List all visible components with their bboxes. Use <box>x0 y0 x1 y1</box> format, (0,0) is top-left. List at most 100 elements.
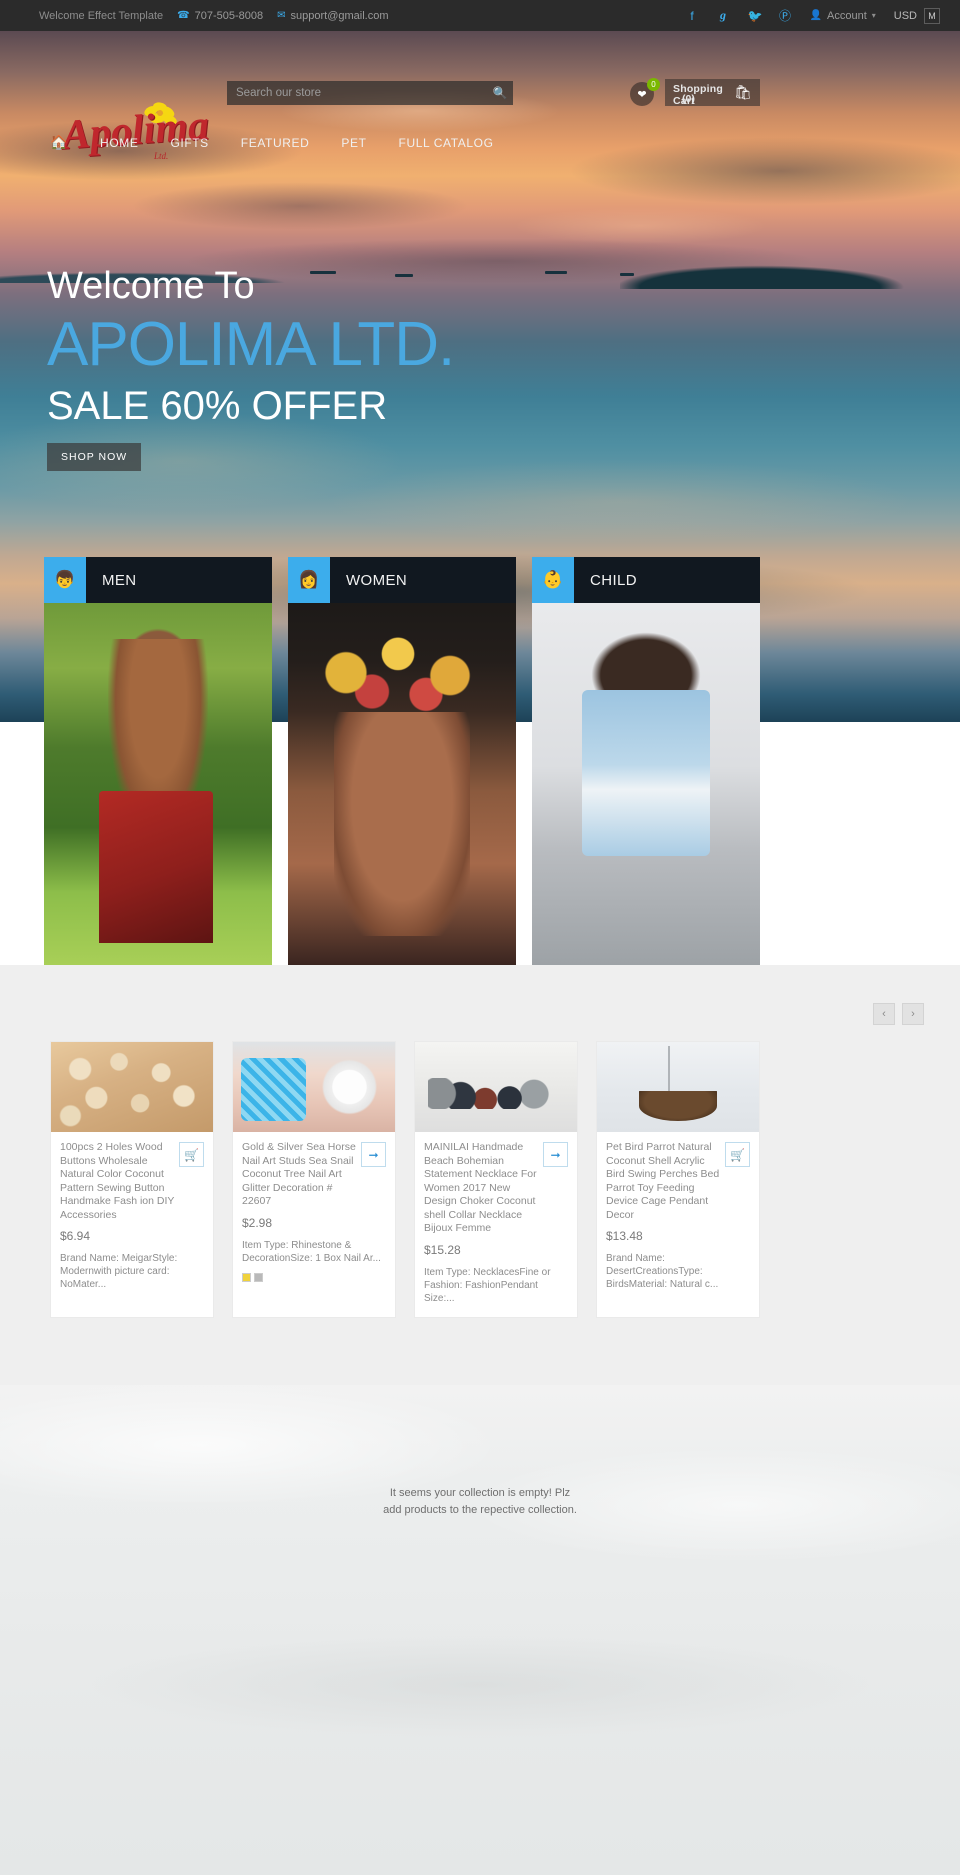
product-body: Pet Bird Parrot Natural Coconut Shell Ac… <box>597 1132 759 1303</box>
male-figure-icon: 👦 <box>44 557 86 612</box>
swatch-option[interactable] <box>254 1272 263 1282</box>
chevron-down-icon: ▾ <box>871 11 876 20</box>
product-card[interactable]: MAINILAI Handmade Beach Bohemian Stateme… <box>414 1041 578 1318</box>
nav-item-gifts[interactable]: GIFTS <box>154 136 224 150</box>
nav-item-home[interactable]: HOME <box>84 136 154 150</box>
product-price: $15.28 <box>424 1242 461 1257</box>
category-label: MEN <box>102 571 137 589</box>
category-image-women <box>288 603 516 965</box>
product-image <box>597 1042 759 1132</box>
product-price: $13.48 <box>606 1229 643 1243</box>
logo-suffix: Ltd. <box>154 151 169 161</box>
category-header: 👶 CHILD <box>532 557 760 612</box>
home-icon[interactable]: 🏠 <box>50 134 68 151</box>
nav-item-full-catalog[interactable]: FULL CATALOG <box>383 136 510 150</box>
envelope-icon: ✉ <box>277 9 286 21</box>
topbar-right-group: f g 🐦 Ⓟ 👤 Account ▾ USD M <box>686 7 940 24</box>
product-price: $2.98 <box>242 1215 273 1230</box>
email-address: support@gmail.com <box>290 9 389 22</box>
hero-line-3: SALE 60% OFFER <box>47 384 388 428</box>
account-dropdown[interactable]: 👤 Account ▾ <box>810 10 876 22</box>
main-navigation: 🏠 HOME GIFTS FEATURED PET FULL CATALOG <box>50 134 510 151</box>
twitter-icon[interactable]: 🐦 <box>748 9 763 23</box>
product-body: 100pcs 2 Holes Wood Buttons Wholesale Na… <box>51 1132 213 1303</box>
hero-boat <box>620 273 634 276</box>
welcome-text: Welcome Effect Template <box>39 9 164 22</box>
product-image <box>415 1042 577 1132</box>
shop-now-button[interactable]: SHOP NOW <box>47 443 142 471</box>
currency-flag-icon: M <box>924 7 940 24</box>
category-header: 👦 MEN <box>44 557 272 612</box>
empty-message-line-1: It seems your collection is empty! Plz <box>389 1487 571 1499</box>
add-to-cart-button[interactable]: 🛒 <box>725 1142 750 1167</box>
arrow-right-icon: ➞ <box>550 1147 561 1162</box>
wishlist-count-badge: 0 <box>647 78 660 91</box>
empty-collection-section: It seems your collection is empty! Plz a… <box>0 1385 960 1875</box>
product-card[interactable]: Pet Bird Parrot Natural Coconut Shell Ac… <box>596 1041 760 1318</box>
phone-number: 707-505-8008 <box>194 9 264 22</box>
person-icon: 👤 <box>809 10 822 21</box>
heart-icon: ❤ <box>637 88 647 101</box>
product-card[interactable]: Gold & Silver Sea Horse Nail Art Studs S… <box>232 1041 396 1318</box>
phone-icon: ☎ <box>177 9 190 21</box>
swatch-option[interactable] <box>242 1272 251 1282</box>
top-utility-bar: Welcome Effect Template ☎ 707-505-8008 ✉… <box>0 0 960 31</box>
currency-label: USD <box>893 9 917 22</box>
product-body: Gold & Silver Sea Horse Nail Art Studs S… <box>233 1132 395 1294</box>
child-figure-icon: 👶 <box>532 557 574 612</box>
phone-link[interactable]: ☎ 707-505-8008 <box>177 10 263 22</box>
female-figure-icon: 👩 <box>288 557 330 612</box>
product-price: $6.94 <box>60 1229 91 1243</box>
carousel-next-button[interactable]: › <box>902 1003 924 1025</box>
topbar-contact-group: Welcome Effect Template ☎ 707-505-8008 ✉… <box>39 10 388 22</box>
carousel-prev-button[interactable]: ‹ <box>873 1003 895 1025</box>
view-product-button[interactable]: ➞ <box>361 1142 386 1167</box>
category-image-child <box>532 603 760 965</box>
empty-message-line-2: add products to the repective collection… <box>383 1504 577 1516</box>
search-icon: 🔍 <box>492 86 508 100</box>
nav-item-featured[interactable]: FEATURED <box>225 136 326 150</box>
search-input[interactable] <box>227 87 487 99</box>
cart-icon: 🛒 <box>730 1147 745 1162</box>
cart-icon: 🛒 <box>184 1147 199 1162</box>
hero-boat <box>545 271 567 274</box>
cart-count: (0) <box>682 93 695 105</box>
search-bar[interactable]: 🔍 <box>227 81 513 105</box>
arrow-right-icon: ➞ <box>368 1147 379 1162</box>
add-to-cart-button[interactable]: 🛒 <box>179 1142 204 1167</box>
product-card[interactable]: 100pcs 2 Holes Wood Buttons Wholesale Na… <box>50 1041 214 1318</box>
empty-collection-message: It seems your collection is empty! Plz a… <box>0 1485 960 1519</box>
category-label: CHILD <box>590 571 638 589</box>
product-title: Pet Bird Parrot Natural Coconut Shell Ac… <box>606 1141 720 1221</box>
hero-copy: Welcome To APOLIMA LTD. SALE 60% OFFER S… <box>47 263 455 471</box>
product-image <box>233 1042 395 1132</box>
google-plus-icon[interactable]: g <box>717 8 730 23</box>
category-card-child[interactable]: 👶 CHILD <box>532 557 760 965</box>
shopping-cart-button[interactable]: Shopping Cart (0) 🛍 <box>665 79 760 107</box>
currency-selector[interactable]: USD M <box>893 7 940 24</box>
email-link[interactable]: ✉ support@gmail.com <box>277 10 388 22</box>
hero-line-2: APOLIMA LTD. <box>47 310 455 379</box>
product-grid: 100pcs 2 Holes Wood Buttons Wholesale Na… <box>50 1041 760 1318</box>
account-label: Account <box>827 9 867 22</box>
product-title: Gold & Silver Sea Horse Nail Art Studs S… <box>242 1141 356 1207</box>
storefront-page: Welcome Effect Template ☎ 707-505-8008 ✉… <box>0 0 960 1875</box>
product-title: 100pcs 2 Holes Wood Buttons Wholesale Na… <box>60 1141 175 1221</box>
product-description: Brand Name: DesertCreationsType: BirdsMa… <box>606 1253 719 1290</box>
view-product-button[interactable]: ➞ <box>543 1142 568 1167</box>
hero-line-1: Welcome To <box>47 265 255 307</box>
product-color-swatches <box>242 1272 386 1282</box>
search-submit-button[interactable]: 🔍 <box>487 81 513 105</box>
category-card-men[interactable]: 👦 MEN <box>44 557 272 965</box>
cart-text-group: Shopping Cart (0) <box>673 79 733 107</box>
category-label: WOMEN <box>346 571 408 589</box>
pinterest-icon[interactable]: Ⓟ <box>779 7 792 24</box>
product-carousel-section: ‹ › 100pcs 2 Holes Wood Buttons Wholesal… <box>0 965 960 1385</box>
nav-item-pet[interactable]: PET <box>325 136 382 150</box>
product-title: MAINILAI Handmade Beach Bohemian Stateme… <box>424 1141 537 1234</box>
product-body: MAINILAI Handmade Beach Bohemian Stateme… <box>415 1132 577 1317</box>
product-image <box>51 1042 213 1132</box>
hero-island-right <box>620 253 960 289</box>
category-card-women[interactable]: 👩 WOMEN <box>288 557 516 965</box>
facebook-icon[interactable]: f <box>686 9 699 23</box>
